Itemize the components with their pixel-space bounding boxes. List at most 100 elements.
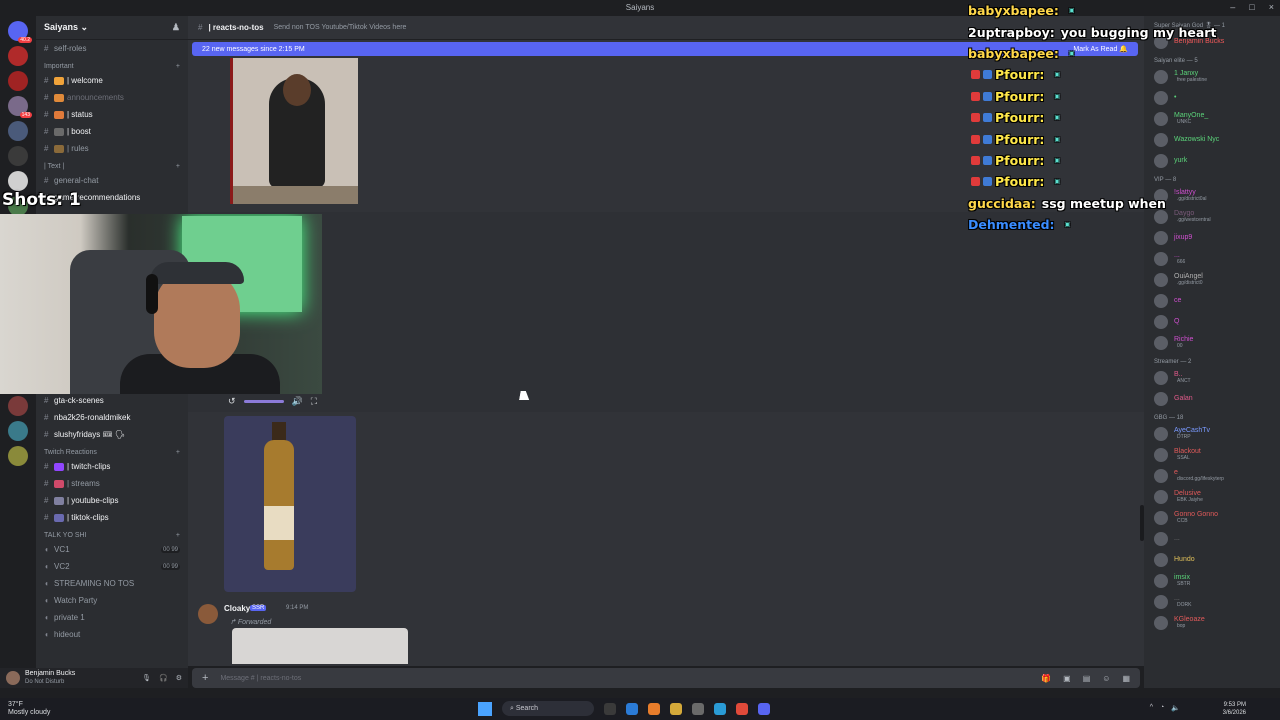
mic-icon[interactable]: 🎙 bbox=[142, 674, 151, 682]
member-item[interactable]: Blackout SSAL bbox=[1144, 444, 1280, 465]
channel-item[interactable]: # slushyfridays 🎟 🗣 bbox=[36, 426, 188, 443]
emoji-icon[interactable]: ☺ bbox=[1102, 674, 1110, 683]
channel-item[interactable]: # | welcome bbox=[36, 72, 188, 89]
wifi-icon[interactable]: ◔ bbox=[1160, 704, 1164, 712]
channel-item[interactable]: # | twitch-clips bbox=[36, 458, 188, 475]
member-item[interactable]: Galan bbox=[1144, 388, 1280, 409]
server-icon[interactable]: 143 bbox=[8, 96, 32, 118]
avatar[interactable] bbox=[1154, 510, 1168, 525]
close-button[interactable]: × bbox=[1269, 2, 1274, 12]
server-icon[interactable] bbox=[8, 446, 28, 466]
member-item[interactable]: imsix SBTR bbox=[1144, 570, 1280, 591]
voice-channel-item[interactable]: ◖ hideout bbox=[36, 626, 188, 643]
sticker-icon[interactable]: ▤ bbox=[1083, 674, 1091, 683]
member-item[interactable]: Gonno Gonno CCB bbox=[1144, 507, 1280, 528]
channel-item[interactable]: # | status bbox=[36, 106, 188, 123]
channel-item[interactable]: # | streams bbox=[36, 475, 188, 492]
server-icon[interactable] bbox=[8, 121, 28, 141]
channel-item[interactable]: # | tiktok-clips bbox=[36, 509, 188, 526]
windows-start-icon[interactable] bbox=[478, 701, 492, 716]
headphones-icon[interactable]: 🎧 bbox=[159, 674, 168, 682]
voice-channel-item[interactable]: ◖ VC1 00 99 bbox=[36, 541, 188, 558]
member-item[interactable]: ... 666 bbox=[1144, 248, 1280, 269]
member-item[interactable]: Richie 00 bbox=[1144, 332, 1280, 353]
image-attachment[interactable] bbox=[224, 416, 356, 592]
message-author[interactable]: Cloaky bbox=[224, 604, 250, 613]
chrome-icon[interactable] bbox=[736, 702, 748, 715]
server-icon[interactable]: 40.2 bbox=[8, 21, 32, 43]
member-item[interactable]: KGleoaze bop bbox=[1144, 612, 1280, 633]
category-twitch[interactable]: Twitch Reactions + bbox=[36, 443, 188, 458]
avatar[interactable] bbox=[1154, 314, 1168, 329]
avatar[interactable] bbox=[1154, 573, 1168, 588]
category-important[interactable]: Important + bbox=[36, 57, 188, 72]
category-talk[interactable]: TALK YO SHI + bbox=[36, 526, 188, 541]
member-item[interactable]: ce bbox=[1144, 290, 1280, 311]
voice-channel-item[interactable]: ◖ VC2 00 99 bbox=[36, 558, 188, 575]
steam-icon[interactable] bbox=[714, 702, 726, 715]
channel-topic[interactable]: Send non TOS Youtube/Tiktok Videos here bbox=[274, 24, 407, 31]
channel-item[interactable]: # | youtube-clips bbox=[36, 492, 188, 509]
add-channel-icon[interactable]: + bbox=[176, 532, 180, 539]
invite-icon[interactable]: ♟ bbox=[172, 22, 180, 33]
server-icon[interactable] bbox=[8, 396, 28, 416]
weather-widget[interactable]: 37°F Mostly cloudy bbox=[8, 701, 50, 717]
avatar[interactable] bbox=[198, 604, 218, 624]
taskbar-search[interactable]: ⌕ Search bbox=[502, 701, 594, 716]
server-icon[interactable] bbox=[8, 171, 28, 191]
avatar[interactable] bbox=[1154, 447, 1168, 462]
settings-icon[interactable] bbox=[692, 702, 704, 715]
firefox-icon[interactable] bbox=[648, 702, 660, 715]
avatar[interactable] bbox=[1154, 426, 1168, 441]
channel-item[interactable]: # gta-ck-scenes bbox=[36, 392, 188, 409]
avatar[interactable] bbox=[6, 671, 20, 685]
avatar[interactable] bbox=[1154, 293, 1168, 308]
user-panel[interactable]: Benjamin Bucks Do Not Disturb 🎙 🎧 ⚙ bbox=[0, 668, 188, 688]
server-icon[interactable] bbox=[8, 71, 28, 91]
gift-icon[interactable]: 🎁 bbox=[1041, 674, 1051, 683]
server-icon[interactable] bbox=[8, 146, 28, 166]
maximize-button[interactable]: □ bbox=[1249, 2, 1254, 12]
add-attachment-icon[interactable]: + bbox=[202, 672, 208, 684]
avatar[interactable] bbox=[1154, 552, 1168, 567]
avatar[interactable] bbox=[1154, 594, 1168, 609]
speaker-icon[interactable]: 🔈 bbox=[1171, 704, 1180, 712]
avatar[interactable] bbox=[1154, 468, 1168, 483]
server-icon[interactable] bbox=[8, 421, 28, 441]
replay-icon[interactable]: ↺ bbox=[228, 396, 236, 407]
member-item[interactable]: Q bbox=[1144, 311, 1280, 332]
avatar[interactable] bbox=[1154, 272, 1168, 287]
member-item[interactable]: ... DORK bbox=[1144, 591, 1280, 612]
task-view-icon[interactable] bbox=[604, 702, 616, 715]
avatar[interactable] bbox=[1154, 370, 1168, 385]
channel-item[interactable]: # general-chat bbox=[36, 172, 188, 189]
member-item[interactable]: Delusive EBK Jaiyhe bbox=[1144, 486, 1280, 507]
apps-icon[interactable]: ▦ bbox=[1122, 674, 1130, 683]
voice-channel-item[interactable]: ◖ STREAMING NO TOS bbox=[36, 575, 188, 592]
avatar[interactable] bbox=[1154, 251, 1168, 266]
add-channel-icon[interactable]: + bbox=[176, 449, 180, 456]
member-item[interactable]: AyeCashTv DTRP bbox=[1144, 423, 1280, 444]
add-channel-icon[interactable]: + bbox=[176, 63, 180, 70]
avatar[interactable] bbox=[1154, 615, 1168, 630]
channel-self-roles[interactable]: # self-roles bbox=[36, 40, 188, 57]
member-item[interactable]: OuiAngel .gg/district0 bbox=[1144, 269, 1280, 290]
message-input[interactable]: Message # | reacts-no-tos bbox=[220, 675, 301, 682]
avatar[interactable] bbox=[1154, 489, 1168, 504]
tray-chevron-icon[interactable]: ^ bbox=[1150, 704, 1153, 712]
voice-channel-item[interactable]: ◖ private 1 bbox=[36, 609, 188, 626]
video-attachment[interactable] bbox=[230, 58, 358, 204]
server-header[interactable]: Saiyans ⌄ ♟ bbox=[36, 16, 188, 40]
category-text[interactable]: | Text | + bbox=[36, 157, 188, 172]
message-composer[interactable]: + Message # | reacts-no-tos 🎁 ▣ ▤ ☺ ▦ bbox=[192, 668, 1140, 688]
minimize-button[interactable]: – bbox=[1230, 2, 1235, 12]
file-explorer-icon[interactable] bbox=[670, 702, 682, 715]
server-icon[interactable] bbox=[8, 46, 28, 66]
clock[interactable]: 9:53 PM 3/6/2026 bbox=[1223, 701, 1246, 717]
voice-channel-item[interactable]: ◖ Watch Party bbox=[36, 592, 188, 609]
volume-icon[interactable]: 🔊 bbox=[292, 396, 303, 407]
avatar[interactable] bbox=[1154, 531, 1168, 546]
gif-icon[interactable]: ▣ bbox=[1063, 674, 1071, 683]
volume-slider[interactable] bbox=[243, 400, 284, 403]
fullscreen-icon[interactable]: ⛶ bbox=[311, 396, 317, 407]
